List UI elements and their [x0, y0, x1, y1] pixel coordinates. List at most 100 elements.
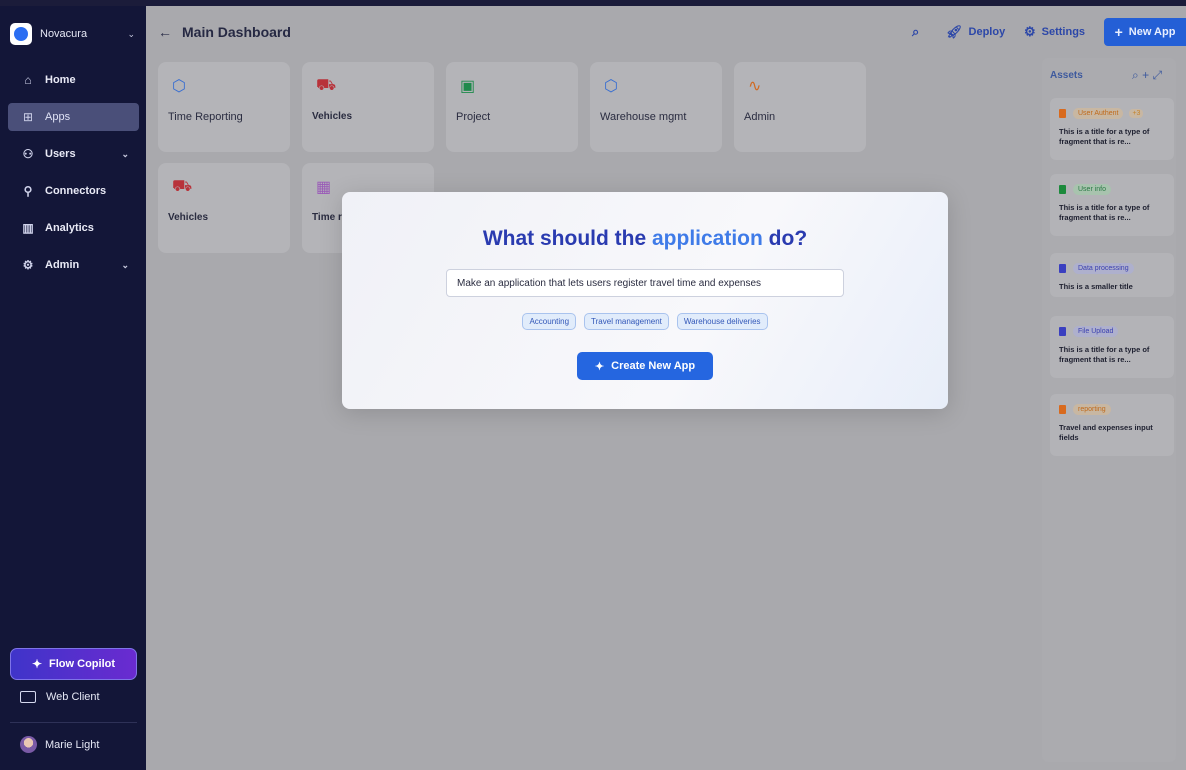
cube-icon: ⬡	[172, 78, 186, 95]
deploy-button[interactable]: 🚀︎ Deploy	[946, 24, 1005, 40]
asset-tag-row: reporting	[1059, 404, 1111, 415]
app-description-input[interactable]	[446, 269, 844, 297]
assets-panel: Assets ⌕ + ⤢ User Authent +3 This is a tit…	[1042, 58, 1176, 762]
dialog-question: What should the application do?	[342, 227, 948, 251]
suggestion-chip[interactable]: Warehouse deliveries	[676, 313, 768, 330]
apps-grid-icon: ⊞	[22, 110, 34, 124]
question-text-start: What should the	[482, 227, 652, 250]
suggestion-chips: Accounting Travel management Warehouse del…	[342, 313, 948, 330]
asset-fragment-title: This is a smaller title	[1059, 282, 1133, 291]
asset-fragment-title: This is a title for a type of fragment t…	[1059, 203, 1150, 222]
search-button[interactable]: ⌕	[912, 24, 925, 40]
app-tile[interactable]: ▣ Project	[446, 62, 578, 152]
header: ← Main Dashboard ⌕ 🚀︎ Deploy ⚙ Settings …	[146, 6, 1186, 58]
sidebar-item-label: Users	[45, 148, 76, 160]
activity-icon: ∿	[748, 78, 762, 95]
fragment-icon	[1059, 185, 1066, 194]
novacura-logo-icon	[10, 23, 32, 45]
workspace-switcher[interactable]: Novacura ⌄	[10, 19, 135, 49]
sidebar-item-admin[interactable]: ⚙ Admin ⌄	[8, 251, 139, 279]
settings-button[interactable]: ⚙ Settings	[1024, 24, 1085, 40]
create-new-app-button[interactable]: ✦ Create New App	[577, 352, 713, 380]
assets-title: Assets	[1050, 70, 1083, 81]
asset-tag: User Authent	[1073, 108, 1124, 119]
plus-icon[interactable]: +	[1142, 68, 1149, 82]
sidebar-item-apps[interactable]: ⊞ Apps	[8, 103, 139, 131]
sidebar-item-label: Connectors	[45, 185, 107, 197]
assets-toolbar: ⌕ + ⤢	[1132, 68, 1162, 83]
asset-tag-row: User info	[1059, 184, 1112, 195]
deploy-label: Deploy	[968, 26, 1006, 38]
settings-label: Settings	[1041, 26, 1086, 38]
sidebar-item-analytics[interactable]: ▥ Analytics	[8, 214, 139, 242]
asset-fragment-card[interactable]: File Upload This is a title for a type of…	[1050, 316, 1174, 378]
create-new-app-label: Create New App	[611, 360, 696, 372]
rocket-icon: 🚀︎	[946, 24, 963, 39]
asset-tag-count: +3	[1129, 109, 1144, 118]
connector-plug-icon: ⚲	[23, 184, 33, 198]
asset-fragment-title: This is a title for a type of fragment t…	[1059, 127, 1150, 146]
cube-icon: ⬡	[604, 78, 618, 95]
monitor-icon	[20, 691, 36, 703]
sidebar-item-label: Admin	[45, 259, 80, 271]
web-client-link[interactable]: Web Client	[20, 691, 100, 703]
sparkle-icon: ✦	[31, 657, 43, 671]
sidebar-item-users[interactable]: ⚇ Users ⌄	[8, 140, 139, 168]
app-tile[interactable]: ⛟ Vehicles	[158, 163, 290, 253]
app-tile[interactable]: ⛟ Vehicles	[302, 62, 434, 152]
fragment-icon	[1059, 405, 1066, 414]
new-app-button[interactable]: + New App	[1104, 18, 1186, 46]
user-name: Marie Light	[45, 738, 100, 751]
app-tile-name: Vehicles	[312, 111, 353, 122]
app-tile-name: Time Reporting	[168, 111, 243, 123]
calendar-icon: ▦	[316, 179, 332, 196]
question-text-end: do?	[762, 227, 808, 250]
sidebar: Novacura ⌄ ⌂ Home ⊞ Apps ⚇ Users ⌄ ⚲ Connectors ▥…	[0, 6, 146, 770]
search-icon: ⌕	[912, 24, 920, 39]
users-icon: ⚇	[22, 147, 34, 161]
app-tile[interactable]: ⬡ Warehouse mgmt	[590, 62, 722, 152]
asset-tag: File Upload	[1073, 326, 1119, 337]
car-icon: ⛟	[316, 77, 337, 94]
back-arrow-icon[interactable]: ←	[158, 24, 172, 40]
search-icon[interactable]: ⌕	[1132, 68, 1139, 82]
fragment-icon	[1059, 109, 1066, 118]
app-tile-name: Warehouse mgmt	[600, 111, 687, 123]
asset-fragment-title: Travel and expenses input fields	[1059, 423, 1153, 442]
fragment-icon	[1059, 264, 1066, 273]
sidebar-item-label: Analytics	[45, 222, 94, 234]
user-profile[interactable]: Marie Light	[20, 736, 99, 753]
expand-icon[interactable]: ⤢	[1152, 68, 1162, 82]
app-tile-name: Project	[456, 111, 491, 123]
app-tile[interactable]: ∿ Admin	[734, 62, 866, 152]
chevron-down-icon: ⌄	[121, 259, 129, 270]
suggestion-chip[interactable]: Travel management	[584, 313, 669, 330]
asset-tag-row: Data processing	[1059, 263, 1134, 274]
asset-fragment-card[interactable]: reporting Travel and expenses input field…	[1050, 394, 1174, 456]
chevron-down-icon: ⌄	[121, 148, 129, 159]
plus-icon: +	[1114, 24, 1123, 40]
suggestion-chip[interactable]: Accounting	[522, 313, 577, 330]
asset-tag-row: User Authent +3	[1059, 108, 1144, 119]
asset-tag: reporting	[1073, 404, 1111, 415]
gear-icon: ⚙	[1024, 24, 1036, 39]
app-tile[interactable]: ⬡ Time Reporting	[158, 62, 290, 152]
chevron-down-icon: ⌄	[127, 28, 135, 39]
home-icon: ⌂	[24, 73, 32, 87]
sidebar-item-home[interactable]: ⌂ Home	[8, 66, 139, 94]
asset-fragment-card[interactable]: User Authent +3 This is a title for a type…	[1050, 98, 1174, 160]
workspace-name: Novacura	[40, 28, 88, 40]
sidebar-item-connectors[interactable]: ⚲ Connectors	[8, 177, 139, 205]
app-tile-name: Vehicles	[168, 212, 209, 223]
question-text-highlight: application	[651, 227, 763, 250]
asset-fragment-card[interactable]: Data processing This is a smaller title	[1050, 253, 1174, 297]
avatar	[20, 736, 37, 753]
asset-tag-row: File Upload	[1059, 326, 1119, 337]
car-icon: ⛟	[172, 178, 193, 195]
flow-copilot-button[interactable]: ✦ Flow Copilot	[10, 648, 137, 680]
sidebar-divider	[10, 722, 137, 723]
asset-fragment-card[interactable]: User info This is a title for a type of f…	[1050, 174, 1174, 236]
app-tile-name: Admin	[744, 111, 776, 123]
fragment-icon	[1059, 327, 1066, 336]
sparkle-icon: ✦	[594, 360, 605, 373]
